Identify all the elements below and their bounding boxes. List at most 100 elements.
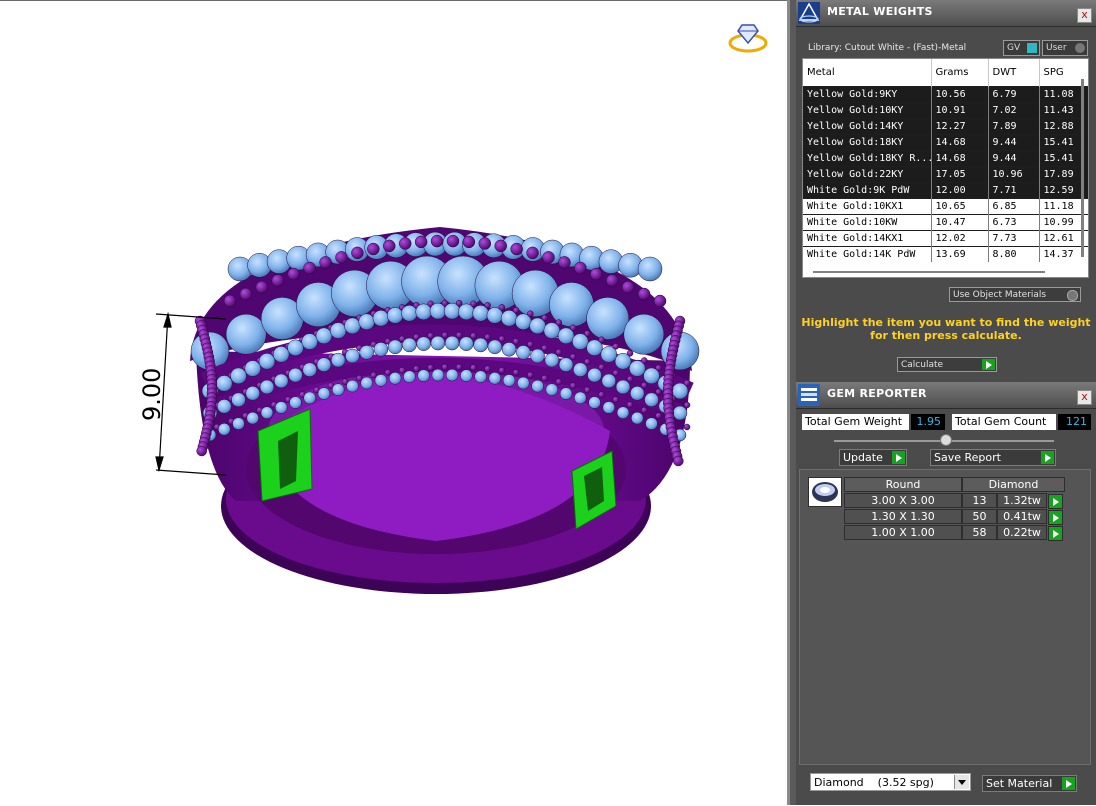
gem-stone [445, 368, 459, 382]
gem-stone [517, 376, 530, 390]
metal-weights-titlebar[interactable]: METAL WEIGHTS x [796, 0, 1096, 27]
round-gem-thumbnail[interactable] [808, 477, 842, 507]
table-header-row: Metal Grams DWT SPG [803, 59, 1088, 87]
gem-stone [317, 387, 331, 400]
prong-bead [455, 363, 463, 371]
metal-weights-table[interactable]: Metal Grams DWT SPG Yellow Gold:9KY 10.56… [802, 58, 1089, 278]
use-object-materials-label: Use Object Materials [953, 290, 1047, 300]
gem-stone [360, 376, 373, 390]
cell-dwt: 9.44 [988, 150, 1040, 167]
cell-metal: Yellow Gold:9KY [803, 86, 932, 103]
prong-bead [527, 341, 534, 348]
cell-dwt: 9.44 [988, 134, 1040, 151]
gem-reporter-titlebar[interactable]: GEM REPORTER x [796, 382, 1096, 409]
table-row[interactable]: Yellow Gold:14KY 12.27 7.89 12.88 [803, 118, 1088, 135]
gem-stone [417, 369, 430, 382]
gem-stone [460, 369, 473, 382]
gem-size-cell: 3.00 X 3.00 [844, 493, 962, 508]
table-row[interactable]: White Gold:10KX1 10.65 6.85 11.18 [803, 198, 1088, 215]
gem-stone [602, 401, 616, 414]
prong-bead [427, 332, 434, 339]
set-material-label: Set Material [986, 777, 1053, 790]
prong-bead [626, 401, 634, 408]
metal-weights-title: METAL WEIGHTS [827, 5, 933, 18]
panel-slider-handle[interactable] [940, 434, 952, 446]
gem-stone [388, 372, 402, 385]
save-report-button[interactable]: Save Report [930, 449, 1056, 466]
prong-bead [598, 363, 605, 371]
gem-stone [558, 357, 574, 372]
prong-bead [569, 324, 577, 332]
update-button[interactable]: Update [839, 449, 907, 466]
gem-stone [474, 370, 487, 383]
cell-grams: 10.56 [931, 86, 989, 103]
dimension-label: 9.00 [138, 368, 166, 421]
hint-line-2: for then press calculate. [870, 329, 1022, 342]
play-arrow-icon[interactable] [1048, 510, 1063, 525]
table-row[interactable]: Yellow Gold:18KY 14.68 9.44 15.41 [803, 134, 1088, 151]
column-header-dwt[interactable]: DWT [988, 59, 1040, 87]
ring-model[interactable]: 9.00 [0, 1, 788, 806]
close-icon[interactable]: x [1077, 8, 1092, 23]
gem-tw-cell: 0.22tw [997, 525, 1047, 540]
material-select-value: Diamond (3.52 spg) [814, 776, 934, 789]
vertical-scrollbar[interactable] [1081, 79, 1084, 257]
prong-bead [484, 302, 491, 309]
prong-bead [541, 344, 548, 352]
prong-bead [584, 386, 591, 394]
prong-bead [498, 304, 506, 311]
table-row[interactable]: White Gold:10KW 10.47 6.73 10.99 [803, 214, 1088, 231]
gem-stone [260, 406, 274, 419]
prong-bead [641, 382, 648, 389]
table-row[interactable]: White Gold:9K PdW 12.00 7.71 12.59 [803, 182, 1088, 199]
3d-viewport[interactable]: 9.00 [0, 0, 788, 805]
play-arrow-icon[interactable] [1048, 494, 1063, 509]
prong-bead [367, 242, 380, 256]
cell-dwt: 6.79 [988, 86, 1040, 103]
update-label: Update [843, 451, 883, 464]
play-arrow-icon[interactable] [1048, 526, 1063, 541]
chevron-down-icon [954, 775, 969, 789]
gem-stone [231, 392, 246, 408]
prong-bead [239, 287, 253, 301]
gv-toggle[interactable]: GV [1003, 40, 1040, 56]
prong-bead [683, 401, 691, 409]
gem-reporter-panel: GEM REPORTER x Total Gem Weight 1.95 Tot… [796, 382, 1096, 805]
column-header-grams[interactable]: Grams [931, 59, 989, 87]
gem-stone [473, 337, 488, 353]
gem-stone [444, 335, 460, 351]
prong-bead [446, 234, 460, 248]
gem-stone [259, 379, 275, 395]
table-row[interactable]: White Gold:14KX1 12.02 7.73 12.61 [803, 230, 1088, 247]
gem-stone [431, 368, 445, 382]
set-material-button[interactable]: Set Material [982, 775, 1077, 792]
gem-stone [516, 345, 531, 360]
prong-bead [590, 267, 603, 281]
toggle-indicator-icon [1067, 290, 1078, 301]
hint-line-1: Highlight the item you want to find the … [801, 316, 1091, 329]
gem-stone [459, 336, 474, 351]
gem-stone [601, 373, 617, 389]
play-arrow-icon [1062, 777, 1075, 790]
gem-stone [644, 392, 659, 408]
column-header-metal[interactable]: Metal [803, 59, 932, 87]
user-toggle[interactable]: User [1042, 40, 1088, 56]
close-icon[interactable]: x [1077, 390, 1092, 405]
cell-metal: Yellow Gold:18KY [803, 134, 932, 151]
table-row[interactable]: Yellow Gold:18KY R... 14.68 9.44 15.41 [803, 150, 1088, 167]
gem-stone [430, 335, 446, 351]
table-row[interactable]: Yellow Gold:9KY 10.56 6.79 11.08 [803, 86, 1088, 103]
prong-bead [598, 336, 605, 343]
gem-stone [402, 337, 417, 353]
prong-bead [512, 338, 520, 345]
horizontal-scrollbar[interactable] [813, 271, 1045, 273]
table-row[interactable]: Yellow Gold:10KY 10.91 7.02 11.43 [803, 102, 1088, 119]
cell-grams: 13.69 [931, 246, 989, 262]
table-row[interactable]: Yellow Gold:22KY 17.05 10.96 17.89 [803, 166, 1088, 183]
material-select[interactable]: Diamond (3.52 spg) [810, 773, 971, 791]
prong-bead [470, 300, 477, 308]
use-object-materials-toggle[interactable]: Use Object Materials [949, 287, 1081, 302]
table-row[interactable]: White Gold:14K PdW 13.69 8.80 14.37 [803, 246, 1088, 262]
prong-bead [223, 294, 237, 308]
calculate-button[interactable]: Calculate [897, 357, 997, 372]
